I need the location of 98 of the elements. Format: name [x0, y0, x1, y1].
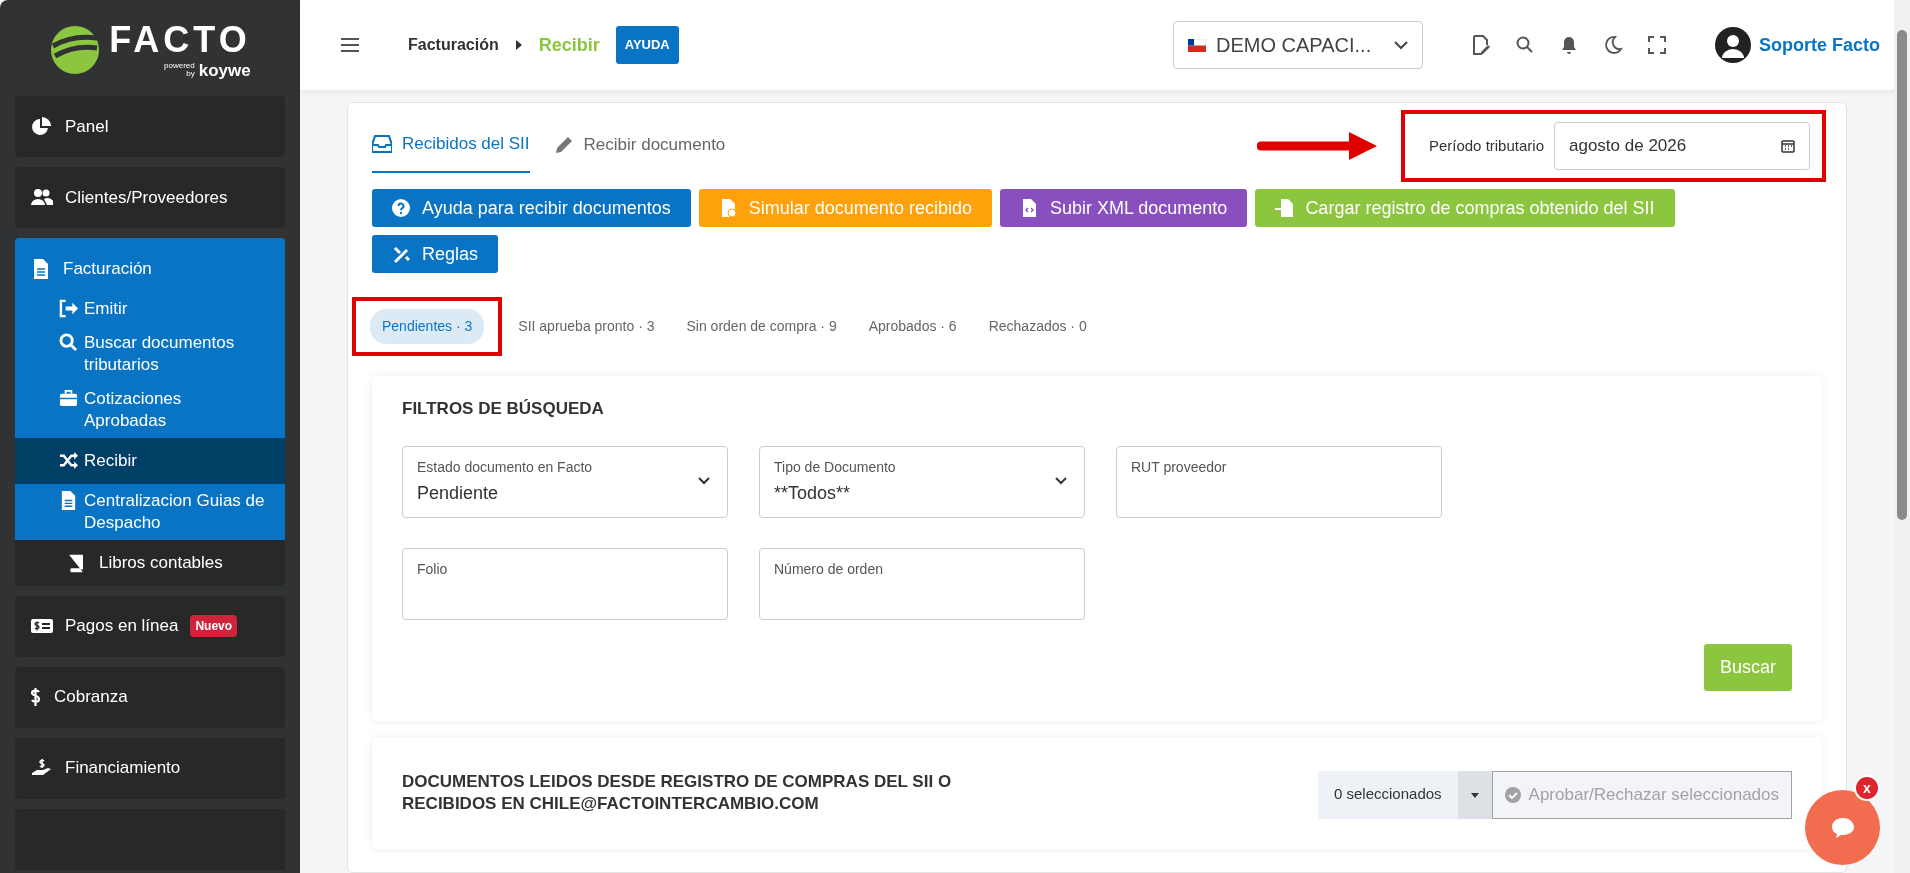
sidebar-label: Recibir: [84, 449, 137, 472]
select-field[interactable]: Estado documento en Facto Pendiente: [402, 445, 728, 518]
sidebar-label: Panel: [65, 115, 109, 138]
caret-down-icon: [1470, 792, 1479, 798]
search-icon[interactable]: [1515, 35, 1535, 55]
field-label: Número de orden: [774, 559, 884, 579]
period-field[interactable]: agosto de 2026: [1554, 122, 1810, 170]
shuffle-icon: [59, 450, 78, 470]
new-badge: Nuevo: [190, 615, 238, 637]
chile-flag-icon: [1188, 38, 1206, 52]
status-tab[interactable]: Rechazados · 0: [976, 309, 1099, 344]
select-field[interactable]: Tipo de Documento **Todos**: [759, 445, 1085, 518]
briefcase-icon: [59, 388, 78, 408]
sidebar-subitem[interactable]: Buscar documentos tributarios: [15, 325, 285, 382]
user-name[interactable]: Soporte Facto: [1759, 31, 1880, 59]
input-field[interactable]: Número de orden: [759, 547, 1085, 620]
status-tab[interactable]: Sin orden de compra · 9: [674, 309, 849, 344]
pencil-icon: [553, 135, 574, 155]
status-tab[interactable]: Aprobados · 6: [856, 309, 969, 344]
breadcrumb-item[interactable]: Facturación: [408, 33, 499, 57]
users-icon: [31, 187, 53, 208]
calendar-icon: [1781, 139, 1795, 153]
sidebar-label: Buscar documentos tributarios: [84, 331, 236, 376]
sidebar-subitem[interactable]: Cotizaciones Aprobadas: [15, 381, 285, 438]
sidebar-label: Financiamiento: [65, 757, 181, 780]
pie-chart-icon: [31, 116, 53, 137]
sidebar-item[interactable]: Panel: [15, 96, 285, 157]
field-label: RUT proveedor: [1131, 457, 1228, 477]
sidebar-label: Cotizaciones Aprobadas: [84, 387, 183, 432]
fullscreen-icon[interactable]: [1647, 35, 1667, 55]
sidebar-label: Centralizacion Guias de Despacho: [84, 489, 266, 534]
sidebar-subitem[interactable]: Centralizacion Guias de Despacho: [15, 483, 285, 540]
period-label: Período tributario: [1428, 135, 1544, 156]
logo-tagline: by: [186, 70, 195, 78]
document-icon: [59, 490, 78, 510]
input-field[interactable]: RUT proveedor: [1116, 445, 1442, 518]
tab[interactable]: Recibidos del SII: [372, 119, 530, 173]
search-icon: [59, 332, 78, 352]
sidebar-label: Facturación: [63, 258, 152, 280]
company-select[interactable]: DEMO CAPACI...: [1173, 21, 1423, 69]
field-label: Estado documento en Facto: [417, 457, 594, 477]
caret-right-icon: [514, 40, 523, 50]
menu-icon: [340, 37, 360, 53]
chevron-down-icon: [1394, 40, 1408, 50]
sidebar-label: Cobranza: [54, 686, 128, 709]
sidebar-item[interactable]: Clientes/Proveedores: [15, 167, 285, 228]
section-title: FILTROS DE BÚSQUEDA: [402, 398, 605, 420]
question-icon: [392, 199, 410, 217]
status-tab[interactable]: Pendientes · 3: [370, 309, 485, 344]
bell-icon[interactable]: [1559, 35, 1579, 55]
breadcrumb-item: Recibir: [538, 33, 600, 57]
moon-icon[interactable]: [1603, 35, 1623, 55]
logo-swoosh-icon: [49, 24, 102, 76]
help-button[interactable]: AYUDA: [615, 26, 679, 64]
action-button[interactable]: Ayuda para recibir documentos: [372, 189, 691, 227]
sidebar-item[interactable]: Facturación: [15, 238, 285, 292]
period-value: agosto de 2026: [1569, 135, 1687, 158]
tab[interactable]: Recibir documento: [553, 119, 726, 173]
inbox-icon: [372, 134, 392, 154]
sidebar-item[interactable]: Pagos en línea Nuevo: [15, 595, 285, 657]
tools-icon: [392, 245, 410, 263]
sidebar-label: Emitir: [84, 297, 128, 320]
field-label: Folio: [417, 559, 449, 579]
logo-text: FACTO: [109, 21, 251, 58]
dropdown-toggle-button[interactable]: [1457, 770, 1492, 819]
sidebar-subitem[interactable]: Recibir: [15, 437, 285, 484]
close-button[interactable]: x: [1854, 775, 1880, 801]
status-tab[interactable]: SII aprueba pronto · 3: [506, 309, 667, 344]
field-value: **Todos**: [774, 481, 851, 505]
sidebar-subitem[interactable]: Emitir: [15, 291, 285, 326]
book-icon: [67, 553, 85, 573]
input-field[interactable]: Folio: [402, 547, 728, 620]
hand-coin-icon: [31, 758, 53, 778]
money-icon: [31, 616, 53, 636]
dollar-icon: [31, 687, 42, 707]
avatar-icon: [1715, 27, 1751, 63]
sidebar-item[interactable]: Cobranza: [15, 666, 285, 728]
field-value: Pendiente: [417, 481, 499, 505]
document-icon: [31, 257, 51, 280]
selection-count: 0 seleccionados: [1333, 784, 1443, 805]
action-button[interactable]: Reglas: [372, 235, 499, 273]
check-circle-icon: [1504, 786, 1521, 803]
section-title: DOCUMENTOS LEIDOS DESDE REGISTRO DE COMPRAS DEL SII O RECIBIDOS EN CHILE@FACTOINTERCAMBIO.COM: [402, 770, 953, 815]
sign-out-icon: [59, 298, 78, 318]
brand-text: koywe: [198, 61, 251, 79]
sidebar-label: Libros contables: [99, 551, 223, 574]
action-button[interactable]: Subir XML documento: [999, 189, 1248, 227]
file-import-icon: [1275, 199, 1294, 217]
sidebar-item[interactable]: Financiamiento: [15, 737, 285, 799]
sidebar-label: Clientes/Proveedores: [65, 186, 228, 209]
company-name: DEMO CAPACI...: [1216, 33, 1373, 58]
logo-tagline: powered: [164, 62, 195, 70]
scrollbar-thumb[interactable]: [1897, 30, 1907, 520]
chat-bubble-icon: [1829, 815, 1856, 840]
edit-icon[interactable]: [1471, 35, 1491, 55]
field-label: Tipo de Documento: [774, 457, 897, 477]
sidebar-label: Pagos en línea: [65, 615, 179, 638]
sidebar-subitem[interactable]: Libros contables: [15, 539, 285, 586]
